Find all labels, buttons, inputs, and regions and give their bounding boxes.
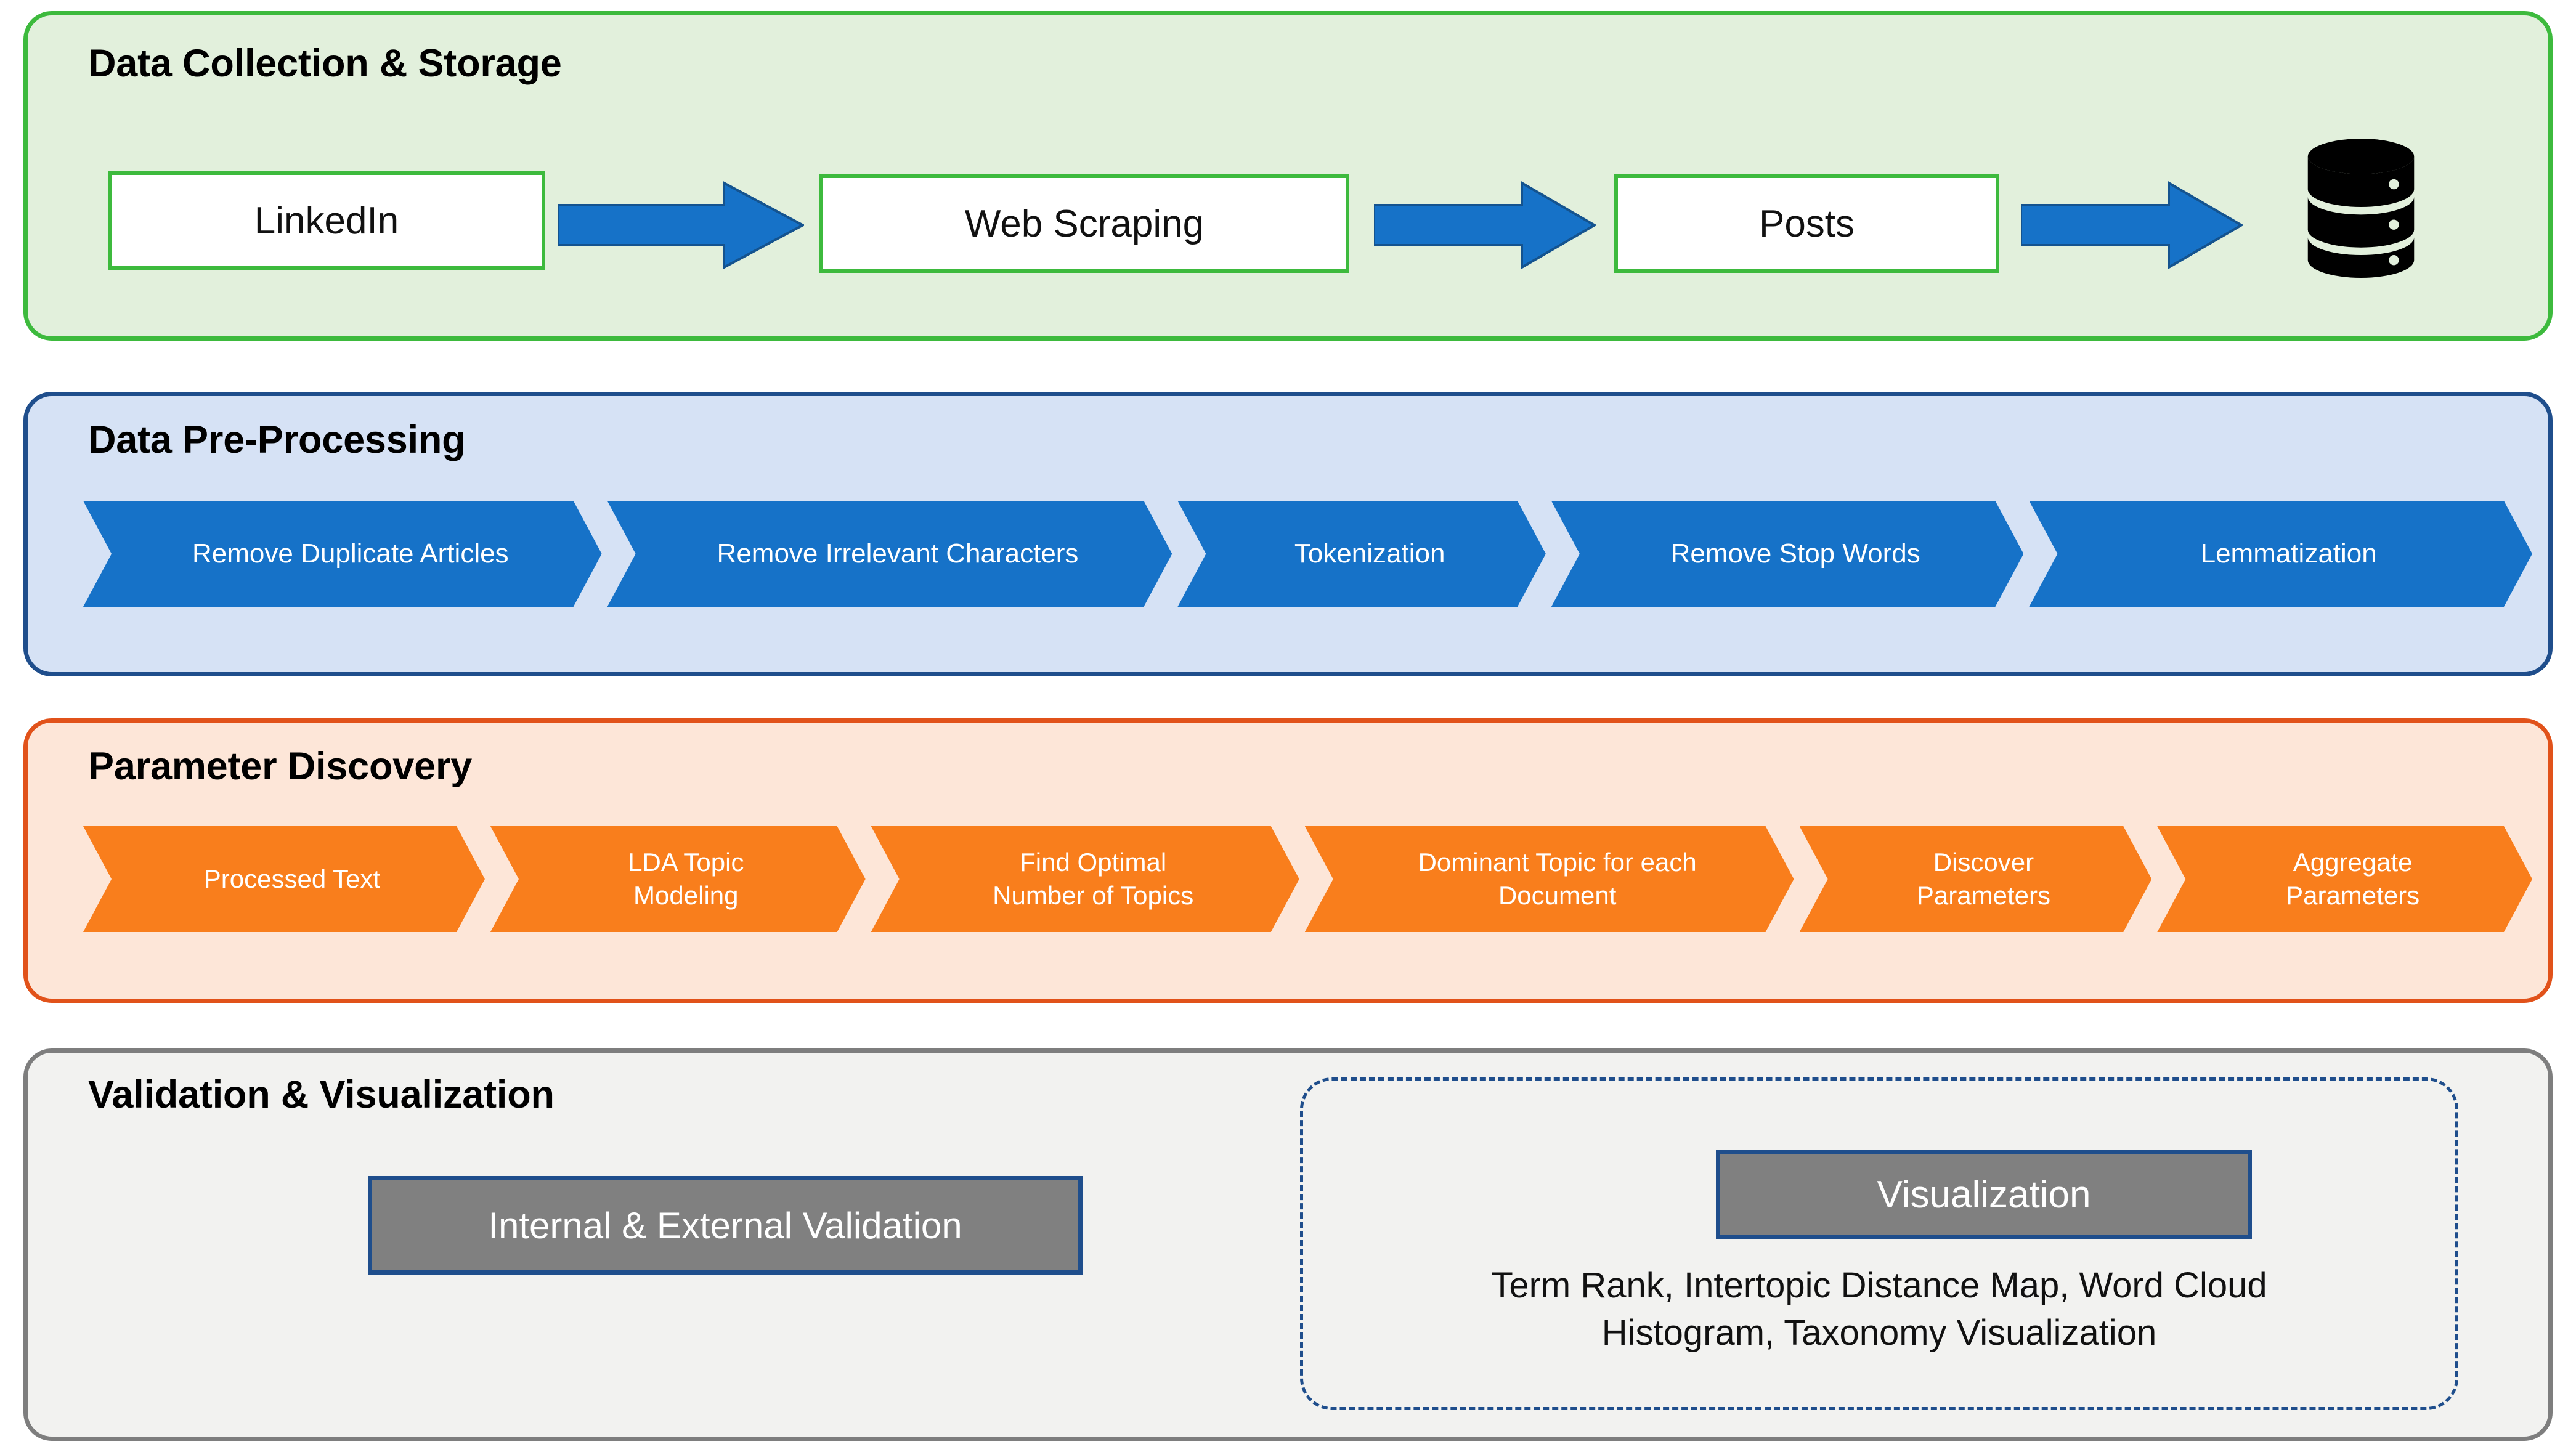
section-title-validation-visualization: Validation & Visualization (88, 1073, 555, 1116)
parameter-discovery-step-list: Processed Text LDA Topic Modeling Find O… (83, 826, 2532, 932)
database-icon (2307, 139, 2415, 278)
step-label: Find Optimal Number of Topics (993, 848, 1194, 910)
parameter-step-processed-text[interactable]: Processed Text (83, 826, 485, 932)
node-linkedin-label: LinkedIn (254, 199, 399, 242)
section-validation-visualization: Validation & Visualization Internal & Ex… (23, 1048, 2553, 1441)
step-label: LDA Topic Modeling (628, 848, 744, 910)
preprocessing-step-remove-duplicate-articles[interactable]: Remove Duplicate Articles (83, 501, 602, 607)
right-block-arrow-icon (558, 180, 804, 270)
node-visualization[interactable]: Visualization (1716, 1150, 2252, 1239)
section-title-parameter-discovery: Parameter Discovery (88, 745, 473, 788)
node-web-scraping-label: Web Scraping (964, 202, 1205, 245)
node-posts-label: Posts (1758, 202, 1855, 245)
right-block-arrow-icon (2021, 180, 2243, 270)
right-block-arrow-icon (1374, 180, 1596, 270)
node-web-scraping[interactable]: Web Scraping (819, 174, 1349, 273)
node-internal-external-validation[interactable]: Internal & External Validation (368, 1176, 1083, 1275)
section-title-data-collection: Data Collection & Storage (88, 42, 562, 85)
preprocessing-step-remove-stop-words[interactable]: Remove Stop Words (1551, 501, 2024, 607)
step-label: Remove Irrelevant Characters (717, 538, 1079, 569)
preprocessing-step-tokenization[interactable]: Tokenization (1177, 501, 1546, 607)
section-data-collection-storage: Data Collection & Storage LinkedIn Web S… (23, 11, 2553, 341)
visualization-caption: Term Rank, Intertopic Distance Map, Word… (1491, 1265, 2267, 1353)
node-visualization-label: Visualization (1877, 1174, 2091, 1216)
section-parameter-discovery: Parameter Discovery Processed Text LDA T… (23, 718, 2553, 1003)
section-title-preprocessing: Data Pre-Processing (88, 418, 466, 461)
parameter-step-lda-topic-modeling[interactable]: LDA Topic Modeling (490, 826, 866, 932)
visualization-group-container (1300, 1077, 2458, 1410)
preprocessing-step-list: Remove Duplicate Articles Remove Irrelev… (83, 501, 2532, 607)
parameter-step-discover-parameters[interactable]: Discover Parameters (1800, 826, 2152, 932)
step-label: Tokenization (1294, 538, 1445, 569)
node-posts[interactable]: Posts (1614, 174, 1999, 273)
parameter-step-dominant-topic-for-each-document[interactable]: Dominant Topic for each Document (1305, 826, 1794, 932)
section-data-preprocessing: Data Pre-Processing Remove Duplicate Art… (23, 392, 2553, 676)
step-label: Aggregate Parameters (2286, 848, 2420, 910)
step-label: Remove Duplicate Articles (192, 538, 509, 569)
node-linkedin[interactable]: LinkedIn (108, 171, 545, 270)
step-label: Discover Parameters (1916, 848, 2050, 910)
flowchart-canvas: Data Collection & Storage LinkedIn Web S… (0, 0, 2576, 1452)
node-internal-external-validation-label: Internal & External Validation (488, 1204, 962, 1246)
parameter-step-aggregate-parameters[interactable]: Aggregate Parameters (2157, 826, 2532, 932)
step-label: Dominant Topic for each Document (1418, 848, 1697, 910)
preprocessing-step-lemmatization[interactable]: Lemmatization (2029, 501, 2532, 607)
step-label: Processed Text (203, 864, 381, 894)
step-label: Lemmatization (2200, 538, 2377, 569)
step-label: Remove Stop Words (1670, 538, 1920, 569)
preprocessing-step-remove-irrelevant-characters[interactable]: Remove Irrelevant Characters (607, 501, 1172, 607)
parameter-step-find-optimal-number-of-topics[interactable]: Find Optimal Number of Topics (871, 826, 1299, 932)
